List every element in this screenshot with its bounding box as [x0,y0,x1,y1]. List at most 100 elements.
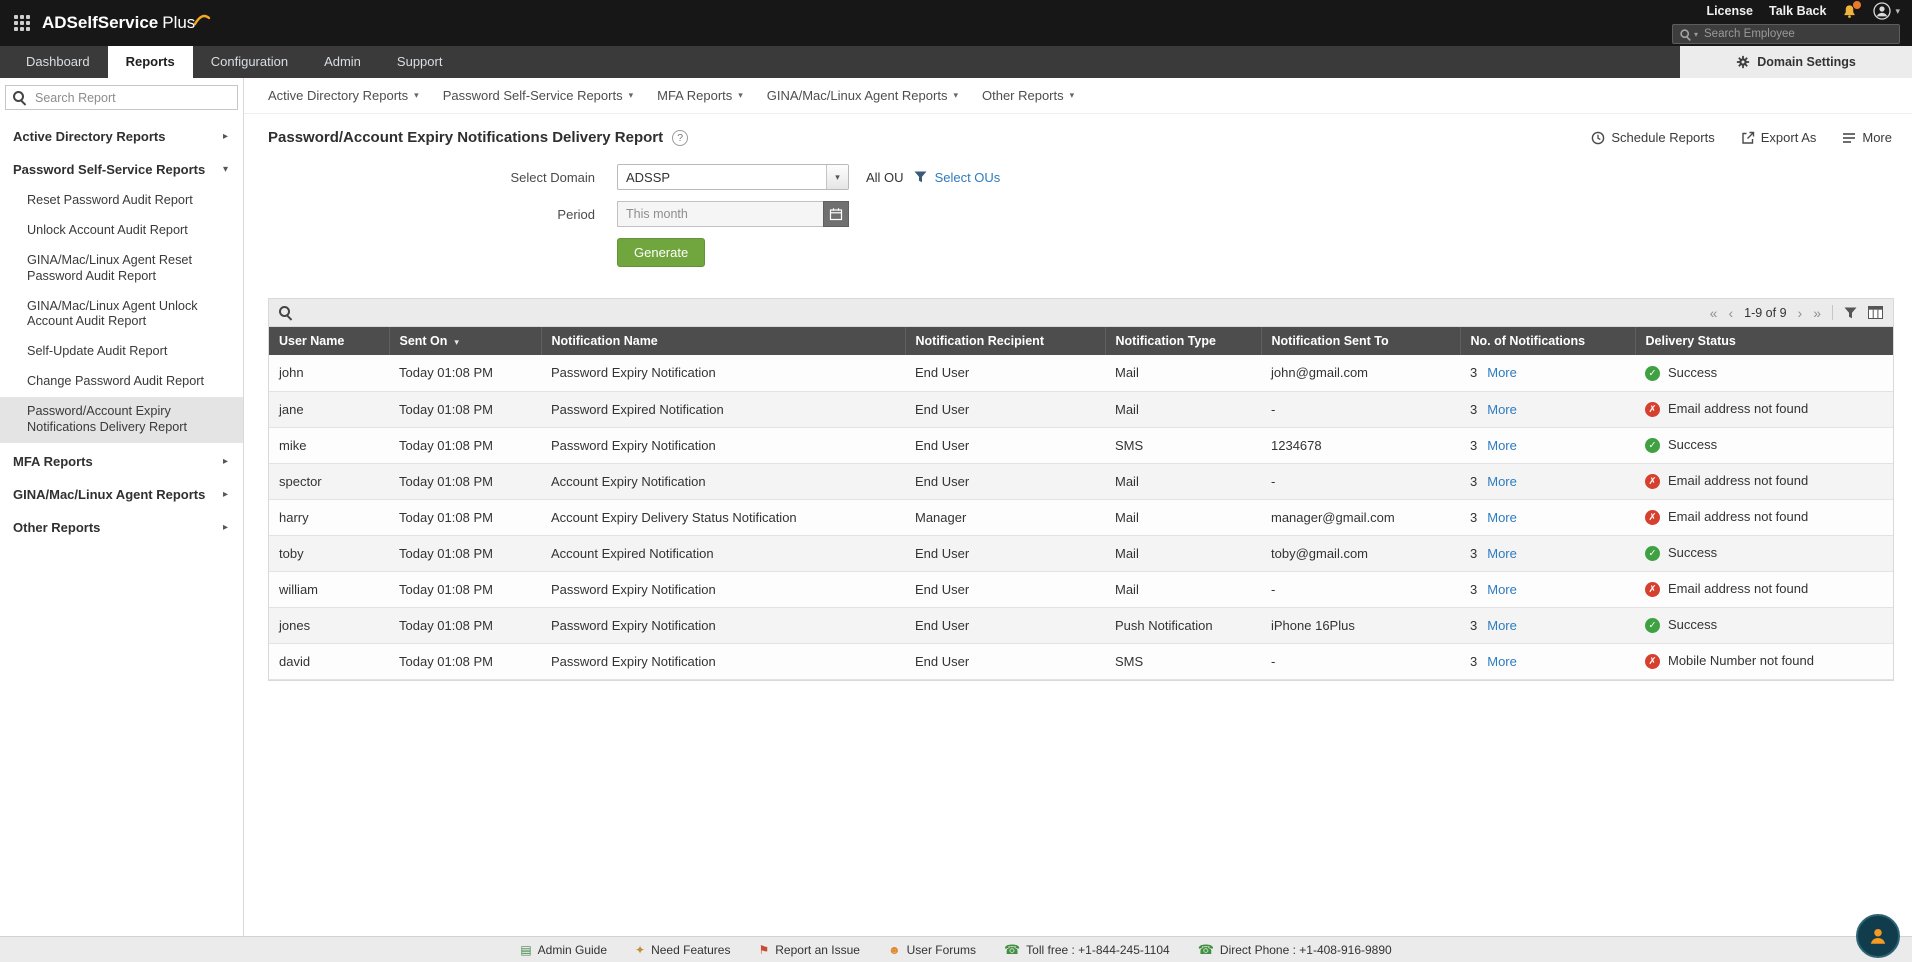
all-ou-label: All OU [866,170,904,185]
chat-person-icon [1867,925,1889,947]
column-chooser-icon[interactable] [1868,306,1883,319]
sidebar-item[interactable]: Change Password Audit Report [0,367,243,397]
next-page-icon[interactable] [1798,306,1803,320]
export-icon [1741,131,1755,145]
apps-grid-icon[interactable] [14,15,30,31]
sidebar-section-mfa-reports[interactable]: MFA Reports [0,445,243,478]
license-link[interactable]: License [1706,4,1753,18]
header-notification-sent-to[interactable]: Notification Sent To [1261,327,1460,355]
report-nav-label: Active Directory Reports [268,88,408,103]
cell-notification-recipient: End User [905,535,1105,571]
sidebar-section-gina-mac-linux-agent-reports[interactable]: GINA/Mac/Linux Agent Reports [0,478,243,511]
tab-reports[interactable]: Reports [108,46,193,78]
table-search-icon[interactable] [279,306,292,319]
guide-icon [520,944,531,956]
title-row: Password/Account Expiry Notifications De… [244,114,1912,146]
sidebar-section-other-reports[interactable]: Other Reports [0,511,243,544]
report-nav-menu[interactable]: Other Reports [982,88,1074,103]
tab-admin[interactable]: Admin [306,46,379,78]
notification-count: 3 [1470,474,1477,489]
section-label: GINA/Mac/Linux Agent Reports [13,487,205,502]
help-icon[interactable] [672,130,688,146]
domain-settings-button[interactable]: Domain Settings [1680,46,1912,78]
employee-search-input[interactable] [1702,27,1893,41]
previous-page-icon[interactable] [1728,306,1733,320]
tab-configuration[interactable]: Configuration [193,46,306,78]
footer-link[interactable]: Report an Issue [758,943,859,957]
table-row: mike Today 01:08 PM Password Expiry Noti… [269,427,1893,463]
cell-notification-recipient: End User [905,607,1105,643]
last-page-icon[interactable] [1813,306,1821,320]
export-as-button[interactable]: Export As [1741,130,1817,145]
sidebar-search-box [5,85,238,110]
sidebar-item[interactable]: Self-Update Audit Report [0,337,243,367]
more-link[interactable]: More [1487,510,1517,525]
footer-link[interactable]: Direct Phone : +1-408-916-9890 [1198,943,1392,957]
more-link[interactable]: More [1487,402,1517,417]
sidebar-item[interactable]: GINA/Mac/Linux Agent Reset Password Audi… [0,246,243,292]
talkback-link[interactable]: Talk Back [1769,4,1826,18]
cell-notification-recipient: End User [905,643,1105,679]
status-icon [1645,546,1660,561]
footer-link[interactable]: Admin Guide [520,943,607,957]
chevron-down-icon [1070,90,1075,101]
more-link[interactable]: More [1487,654,1517,669]
header-delivery-status[interactable]: Delivery Status [1635,327,1893,355]
header-notification-name[interactable]: Notification Name [541,327,905,355]
sidebar-item[interactable]: GINA/Mac/Linux Agent Unlock Account Audi… [0,292,243,338]
cell-notification-count: 3More [1460,571,1635,607]
ou-filter-icon[interactable] [914,171,927,183]
cell-notification-recipient: End User [905,463,1105,499]
header-notification-type[interactable]: Notification Type [1105,327,1261,355]
footer-link[interactable]: User Forums [888,943,976,957]
more-link[interactable]: More [1487,438,1517,453]
sidebar-item[interactable]: Password/Account Expiry Notifications De… [0,397,243,443]
cell-delivery-status: Success [1635,607,1893,643]
report-search-input[interactable] [33,90,230,106]
report-nav-menu[interactable]: Active Directory Reports [268,88,419,103]
tab-support[interactable]: Support [379,46,461,78]
table-row: jones Today 01:08 PM Password Expiry Not… [269,607,1893,643]
header-user-name[interactable]: User Name [269,327,389,355]
account-menu[interactable] [1873,2,1900,20]
more-link[interactable]: More [1487,618,1517,633]
more-link[interactable]: More [1487,546,1517,561]
header-notification-recipient[interactable]: Notification Recipient [905,327,1105,355]
sidebar-section-active-directory-reports[interactable]: Active Directory Reports [0,120,243,153]
footer-link[interactable]: Toll free : +1-844-245-1104 [1004,943,1170,957]
body-row: Active Directory Reports Password Self-S… [0,78,1912,936]
period-input[interactable] [617,201,823,227]
more-link[interactable]: More [1487,365,1517,380]
section-label: MFA Reports [13,454,93,469]
cell-notification-name: Password Expiry Notification [541,643,905,679]
first-page-icon[interactable] [1710,306,1718,320]
filter-icon[interactable] [1844,307,1857,319]
brand-name: ADSelfService [42,13,158,33]
support-chat-widget[interactable] [1856,914,1900,958]
header-no-of-notifications[interactable]: No. of Notifications [1460,327,1635,355]
cell-notification-count: 3More [1460,355,1635,391]
report-nav-menu[interactable]: Password Self-Service Reports [443,88,633,103]
schedule-reports-button[interactable]: Schedule Reports [1591,130,1714,145]
header-sent-on[interactable]: Sent On [389,327,541,355]
more-link[interactable]: More [1487,582,1517,597]
domain-select[interactable]: ADSSP [617,164,849,190]
calendar-icon[interactable] [823,201,849,227]
report-nav-menu[interactable]: GINA/Mac/Linux Agent Reports [767,88,958,103]
generate-button[interactable]: Generate [617,238,705,267]
tab-dashboard[interactable]: Dashboard [8,46,108,78]
select-ous-link[interactable]: Select OUs [935,170,1001,185]
section-label: Other Reports [13,520,100,535]
footer-link[interactable]: Need Features [635,943,730,957]
report-nav-menu[interactable]: MFA Reports [657,88,743,103]
topbar-links: License Talk Back [1706,2,1900,20]
more-link[interactable]: More [1487,474,1517,489]
sidebar-item[interactable]: Unlock Account Audit Report [0,216,243,246]
brand-swoosh-icon [193,11,211,27]
more-actions-button[interactable]: More [1842,130,1892,145]
sidebar-item[interactable]: Reset Password Audit Report [0,186,243,216]
notifications-bell-icon[interactable] [1842,4,1857,19]
sidebar-section-password-self-service-reports[interactable]: Password Self-Service Reports [0,153,243,186]
search-scope-caret-icon[interactable] [1694,30,1698,39]
cell-notification-name: Account Expired Notification [541,535,905,571]
